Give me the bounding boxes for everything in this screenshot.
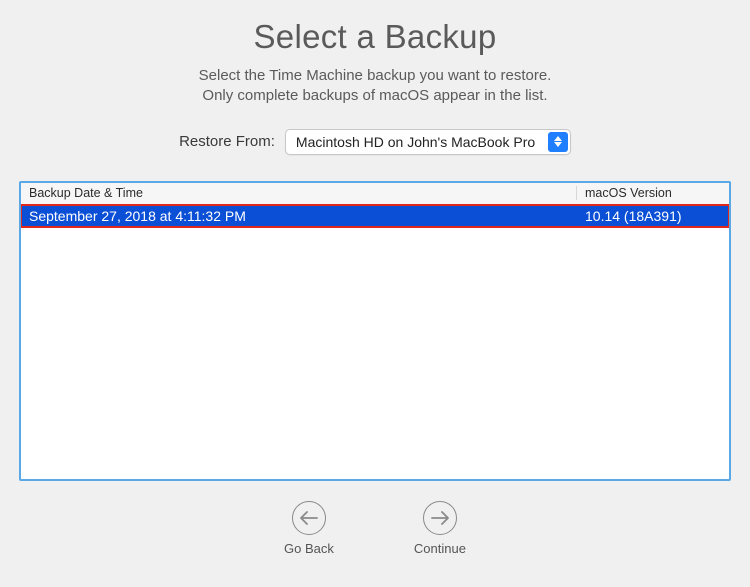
column-header-version[interactable]: macOS Version	[577, 186, 729, 200]
arrow-left-icon	[292, 501, 326, 535]
table-header-row: Backup Date & Time macOS Version	[21, 183, 729, 205]
dropdown-arrows-icon	[548, 132, 568, 152]
page-title: Select a Backup	[199, 18, 552, 56]
go-back-button[interactable]: Go Back	[284, 501, 334, 556]
footer-actions: Go Back Continue	[284, 501, 466, 556]
subtitle-line-1: Select the Time Machine backup you want …	[199, 66, 552, 86]
restore-from-row: Restore From: Macintosh HD on John's Mac…	[179, 129, 571, 155]
go-back-label: Go Back	[284, 541, 334, 556]
restore-from-label: Restore From:	[179, 133, 275, 150]
backup-table: Backup Date & Time macOS Version Septemb…	[19, 181, 731, 481]
cell-macos-version: 10.14 (18A391)	[577, 208, 729, 224]
table-body: September 27, 2018 at 4:11:32 PM 10.14 (…	[21, 205, 729, 479]
column-header-date[interactable]: Backup Date & Time	[21, 186, 577, 200]
cell-backup-date: September 27, 2018 at 4:11:32 PM	[21, 208, 577, 224]
continue-button[interactable]: Continue	[414, 501, 466, 556]
restore-from-dropdown[interactable]: Macintosh HD on John's MacBook Pro	[285, 129, 571, 155]
table-row[interactable]: September 27, 2018 at 4:11:32 PM 10.14 (…	[21, 205, 729, 227]
subtitle-line-2: Only complete backups of macOS appear in…	[199, 86, 552, 106]
continue-label: Continue	[414, 541, 466, 556]
arrow-right-icon	[423, 501, 457, 535]
restore-from-selected: Macintosh HD on John's MacBook Pro	[296, 134, 535, 150]
